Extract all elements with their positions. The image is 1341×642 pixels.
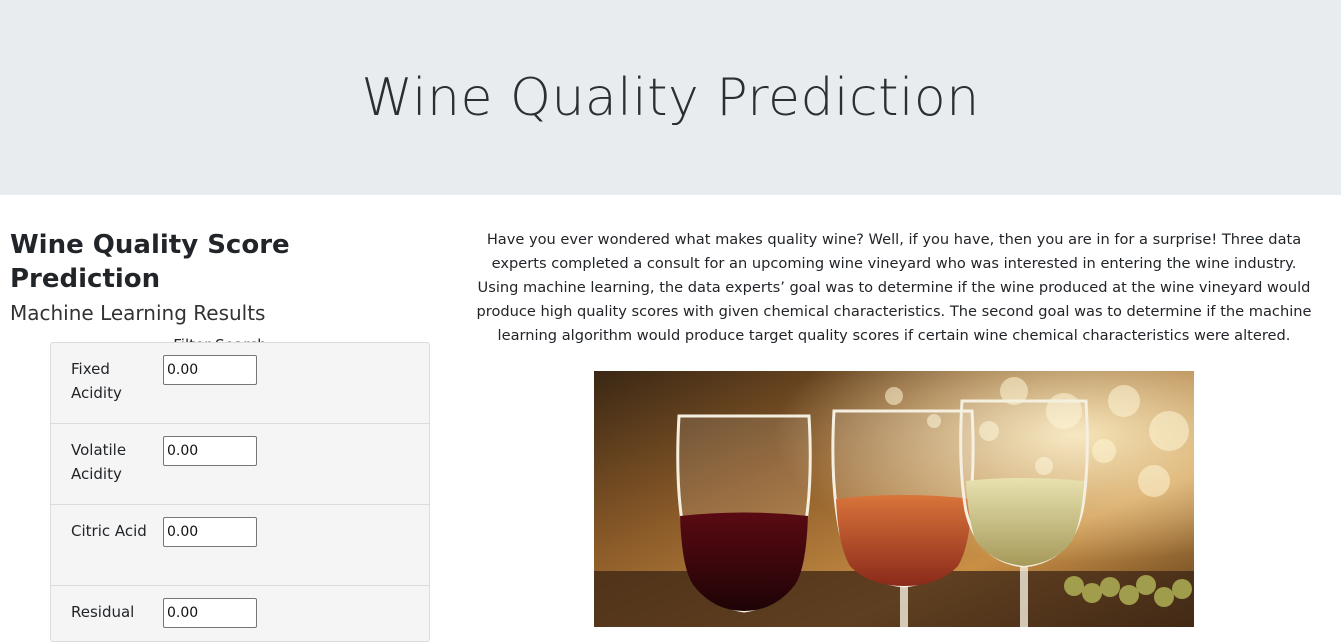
citric-acid-input[interactable] [163, 517, 257, 547]
filter-list: Fixed Acidity Volatile Acidity Citric Ac… [50, 342, 430, 642]
residual-sugar-input[interactable] [163, 598, 257, 628]
filter-row-residual: Residual [51, 586, 429, 641]
filter-row-volatile-acidity: Volatile Acidity [51, 424, 429, 505]
header-jumbotron: Wine Quality Prediction [0, 0, 1341, 195]
wine-glasses-image [594, 371, 1194, 627]
page-title: Wine Quality Prediction [361, 67, 980, 128]
section-subheading: Machine Learning Results [10, 301, 266, 325]
volatile-acidity-input[interactable] [163, 436, 257, 466]
filter-row-fixed-acidity: Fixed Acidity [51, 343, 429, 424]
fixed-acidity-input[interactable] [163, 355, 257, 385]
filter-label: Residual [71, 603, 135, 621]
filter-panel: Wine Quality Score Prediction Machine Le… [10, 228, 430, 642]
filter-row-citric-acid: Citric Acid [51, 505, 429, 586]
filter-label: Volatile Acidity [71, 441, 127, 483]
intro-paragraph: Have you ever wondered what makes qualit… [476, 231, 1312, 344]
section-heading: Wine Quality Score Prediction [10, 230, 290, 294]
filter-label: Citric Acid [71, 522, 147, 540]
filter-label: Fixed Acidity [71, 360, 122, 402]
